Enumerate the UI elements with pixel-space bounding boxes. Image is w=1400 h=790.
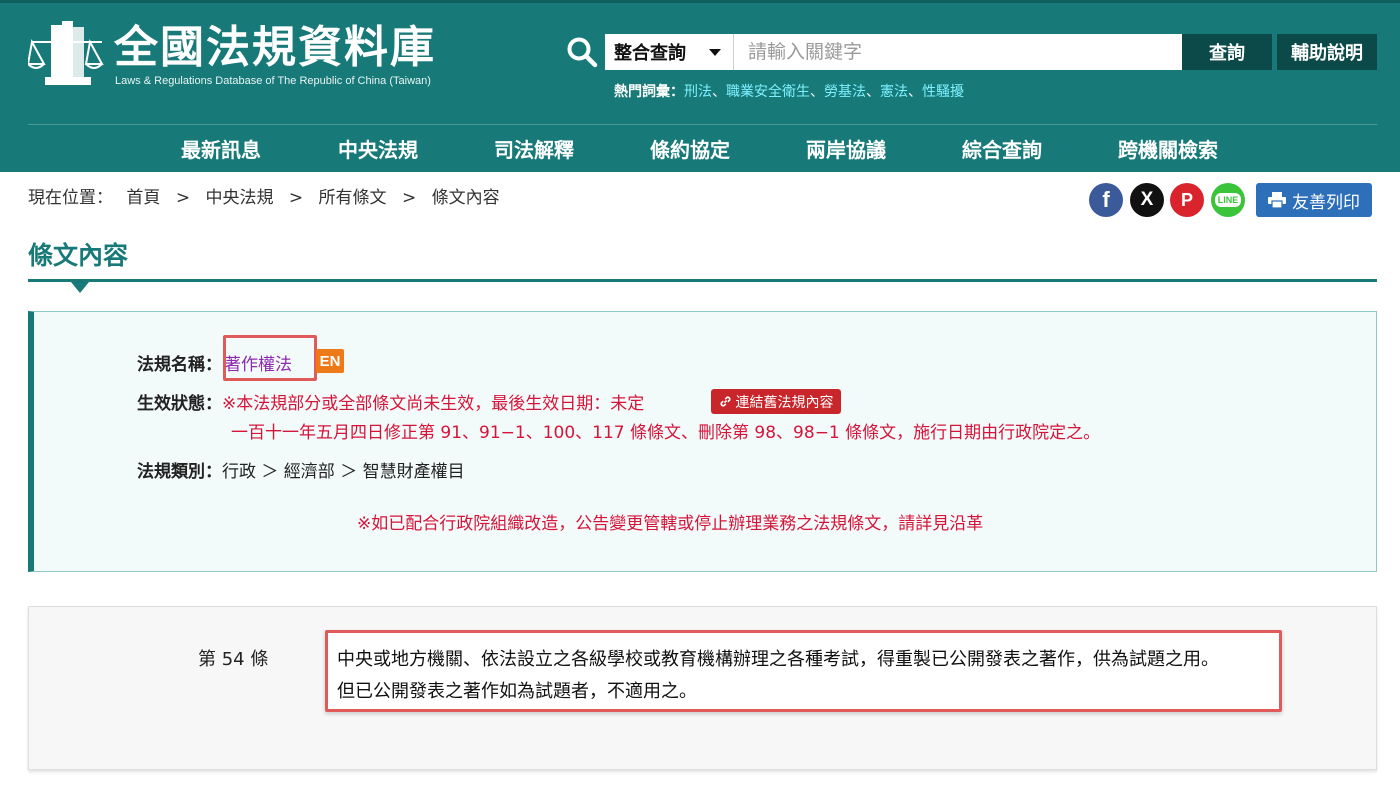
search-scope-label: 整合查詢: [614, 43, 686, 64]
line-icon: LINE: [1214, 193, 1242, 207]
nav-item-news[interactable]: 最新訊息: [181, 134, 261, 163]
x-share-button[interactable]: X: [1130, 183, 1164, 217]
help-button[interactable]: 輔助說明: [1277, 34, 1377, 70]
chevron-down-icon: [709, 49, 721, 56]
breadcrumb-all-articles[interactable]: 所有條文: [319, 188, 387, 208]
facebook-share-button[interactable]: f: [1089, 183, 1123, 217]
main-nav: 最新訊息 中央法規 司法解釋 條約協定 兩岸協議 綜合查詢 跨機關檢索: [0, 125, 1400, 172]
reorganization-notice: ※如已配合行政院組織改造，公告變更管轄或停止辦理業務之法規條文，請詳見沿革: [357, 514, 984, 534]
article-text-line: 中央或地方機關、依法設立之各級學校或教育機構辦理之各種考試，得重製已公開發表之著…: [337, 649, 1219, 670]
print-button[interactable]: 友善列印: [1256, 183, 1372, 217]
category-row: 法規類別：行政 ＞ 經濟部 ＞ 智慧財產權目: [137, 457, 465, 482]
title-divider: [28, 279, 1377, 282]
law-name-highlight: [223, 335, 317, 381]
hot-terms: 熱門詞彙：刑法、職業安全衛生、勞基法、憲法、性騷擾: [614, 81, 964, 101]
breadcrumb: 現在位置： 首頁 > 中央法規 > 所有條文 > 條文內容: [28, 183, 500, 208]
breadcrumb-prefix: 現在位置：: [28, 188, 113, 208]
nav-item-integrated-search[interactable]: 綜合查詢: [962, 134, 1042, 163]
nav-item-central-laws[interactable]: 中央法規: [338, 134, 418, 163]
article-text-line: 但已公開發表之著作如為試題者，不適用之。: [337, 681, 697, 702]
english-version-badge[interactable]: EN: [316, 349, 344, 373]
breadcrumb-separator: >: [175, 188, 191, 208]
search-icon: [567, 37, 598, 68]
breadcrumb-home[interactable]: 首頁: [126, 188, 160, 208]
hot-term-link[interactable]: 職業安全衛生: [726, 84, 810, 100]
law-scale-logo-icon[interactable]: [28, 20, 106, 92]
x-icon: X: [1140, 189, 1154, 210]
breadcrumb-central-laws[interactable]: 中央法規: [205, 188, 273, 208]
site-title[interactable]: 全國法規資料庫: [114, 20, 436, 76]
hot-term-separator: 、: [712, 84, 726, 100]
pinterest-icon: P: [1180, 189, 1193, 210]
law-name-label: 法規名稱：: [137, 355, 222, 375]
hot-terms-label: 熱門詞彙：: [614, 84, 684, 100]
old-law-link-button[interactable]: 連結舊法規內容: [711, 389, 841, 414]
breadcrumb-separator: >: [401, 188, 417, 208]
search-input[interactable]: [734, 34, 1182, 70]
line-share-button[interactable]: LINE: [1211, 183, 1245, 217]
status-text: ※本法規部分或全部條文尚未生效，最後生效日期：未定: [222, 394, 645, 414]
query-button[interactable]: 查詢: [1182, 34, 1272, 70]
category-path: 行政 ＞ 經濟部 ＞ 智慧財產權目: [222, 462, 465, 482]
hot-term-link[interactable]: 憲法: [880, 84, 908, 100]
breadcrumb-separator: >: [288, 188, 304, 208]
header-top-line: [0, 0, 1400, 3]
pinterest-share-button[interactable]: P: [1170, 183, 1204, 217]
site-subtitle: Laws & Regulations Database of The Repub…: [115, 75, 431, 87]
print-button-label: 友善列印: [1292, 192, 1360, 213]
category-label: 法規類別：: [137, 462, 222, 482]
status-label: 生效狀態：: [137, 394, 222, 414]
page-title: 條文內容: [28, 241, 129, 270]
hot-term-link[interactable]: 刑法: [684, 84, 712, 100]
hot-term-separator: 、: [866, 84, 880, 100]
hot-term-link[interactable]: 勞基法: [824, 84, 866, 100]
article-number: 第 54 條: [198, 649, 269, 670]
status-row: 生效狀態：※本法規部分或全部條文尚未生效，最後生效日期：未定: [137, 389, 644, 414]
hot-term-separator: 、: [908, 84, 922, 100]
nav-item-treaties[interactable]: 條約協定: [650, 134, 730, 163]
hot-term-separator: 、: [810, 84, 824, 100]
hot-term-link[interactable]: 性騷擾: [922, 84, 964, 100]
search-scope-dropdown[interactable]: 整合查詢: [605, 34, 734, 70]
printer-icon: [1268, 192, 1286, 208]
breadcrumb-current: 條文內容: [431, 188, 500, 208]
old-law-link-label: 連結舊法規內容: [735, 394, 834, 411]
nav-item-cross-strait[interactable]: 兩岸協議: [806, 134, 886, 163]
status-detail: 一百十一年五月四日修正第 91、91−1、100、117 條條文、刪除第 98、…: [231, 423, 1101, 443]
site-header: 全國法規資料庫 Laws & Regulations Database of T…: [0, 0, 1400, 172]
facebook-icon: f: [1102, 187, 1110, 212]
title-pointer-icon: [71, 282, 89, 293]
nav-item-judicial-interpretation[interactable]: 司法解釋: [494, 134, 574, 163]
link-icon: [720, 396, 730, 407]
nav-item-cross-agency-search[interactable]: 跨機關檢索: [1118, 134, 1218, 163]
